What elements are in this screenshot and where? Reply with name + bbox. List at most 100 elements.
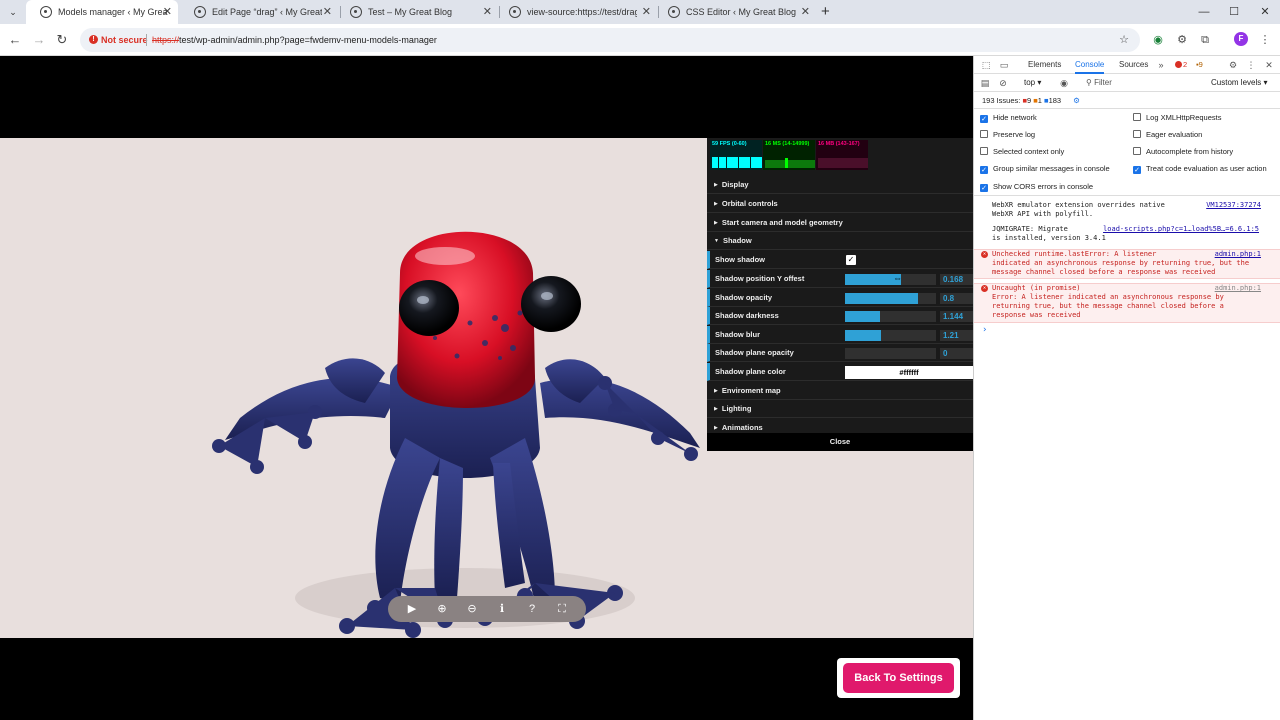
console-error-message[interactable]: ✕ Unchecked runtime.lastError: A listene… (974, 249, 1280, 279)
checkbox[interactable]: ✓ (980, 166, 988, 174)
extensions-puzzle-icon[interactable]: ⧉ (1197, 32, 1213, 48)
filter-input[interactable]: ⚲ Filter (1086, 74, 1112, 92)
tab-close-icon[interactable]: ✕ (642, 0, 651, 24)
opt-eager-eval[interactable]: Eager evaluation (1133, 130, 1202, 140)
devtools-settings-gear-icon[interactable]: ⚙ (1227, 59, 1239, 71)
shadow-blur-slider[interactable] (845, 330, 936, 341)
shadow-plane-color-input[interactable]: #ffffff (845, 366, 973, 379)
url-text[interactable]: https://test/wp-admin/admin.php?page=fwd… (152, 28, 437, 52)
shadow-darkness-slider[interactable] (845, 311, 936, 322)
opt-hide-network[interactable]: ✓ Hide network (980, 113, 1037, 123)
window-close-icon[interactable]: ✕ (1250, 0, 1280, 24)
folder-start-camera[interactable]: ▶ Start camera and model geometry (707, 214, 973, 232)
issues-bar[interactable]: 193 Issues: ■9 ■1 ■183 ⚙ (974, 92, 1280, 109)
shadow-darkness-value[interactable]: 1.144 (940, 311, 973, 322)
tab-close-icon[interactable]: ✕ (163, 0, 172, 24)
console-message[interactable]: WebXR emulator extension overrides nativ… (974, 201, 1280, 219)
help-icon[interactable]: ? (522, 599, 542, 619)
back-to-settings-button[interactable]: Back To Settings (837, 658, 960, 698)
error-count-badge[interactable]: 2 (1175, 60, 1187, 70)
maximize-icon[interactable]: ☐ (1219, 0, 1249, 24)
shadow-y-offset-slider[interactable] (845, 274, 936, 285)
frog-3d-model[interactable] (195, 178, 715, 638)
checkbox[interactable] (1133, 130, 1141, 138)
log-levels-dropdown[interactable]: Custom levels ▾ (1211, 74, 1268, 92)
console-settings-gear-icon[interactable]: ⚙ (1073, 96, 1080, 105)
tab-close-icon[interactable]: ✕ (483, 0, 492, 24)
forward-arrow-icon[interactable]: → (29, 30, 49, 50)
back-arrow-icon[interactable]: ← (5, 30, 25, 50)
opt-autocomplete-history[interactable]: Autocomplete from history (1133, 147, 1233, 157)
devtools-close-icon[interactable]: ✕ (1263, 59, 1275, 71)
console-message[interactable]: JQMIGRATE: Migrate is installed, version… (974, 225, 1280, 243)
shadow-opacity-value[interactable]: 0.8 (940, 293, 973, 304)
message-source-link[interactable]: load-scripts.php?c=1…load%5B…=6.6.1:5 (1103, 225, 1259, 234)
device-toolbar-icon[interactable]: ▭ (998, 59, 1010, 71)
shadow-opacity-slider[interactable] (845, 293, 936, 304)
tab-close-icon[interactable]: ✕ (323, 0, 332, 24)
tab-close-icon[interactable]: ✕ (801, 0, 810, 24)
message-source-link[interactable]: admin.php:1 (1215, 250, 1261, 259)
zoom-in-icon[interactable]: ⊕ (432, 599, 452, 619)
reload-icon[interactable]: ↻ (52, 30, 72, 50)
checkbox[interactable] (980, 147, 988, 155)
checkbox[interactable] (1133, 113, 1141, 121)
context-selector[interactable]: top ▾ (1024, 74, 1041, 92)
checkbox[interactable]: ✓ (980, 184, 988, 192)
profile-avatar[interactable]: F (1234, 32, 1248, 46)
sidebar-toggle-icon[interactable]: ▤ (979, 77, 991, 89)
tab-css-editor[interactable]: CSS Editor ‹ My Great Blog — V ✕ (654, 0, 816, 24)
console-prompt-chevron-icon[interactable]: › (982, 325, 987, 335)
model-viewer-stage[interactable]: ▶ ⊕ ⊖ ℹ ? ⛶ 59 FPS (0-60) 16 MS (14-1499… (0, 138, 973, 638)
checkbox[interactable] (1133, 147, 1141, 155)
opt-show-cors[interactable]: ✓ Show CORS errors in console (980, 182, 1093, 192)
zoom-out-icon[interactable]: ⊖ (462, 599, 482, 619)
shadow-plane-opacity-slider[interactable] (845, 348, 936, 359)
folder-lighting[interactable]: ▶ Lighting (707, 400, 973, 418)
tab-models-manager[interactable]: Models manager ‹ My Great Bl ✕ (26, 0, 178, 24)
play-icon[interactable]: ▶ (402, 599, 422, 619)
folder-environment-map[interactable]: ▶ Enviroment map (707, 382, 973, 400)
not-secure-label[interactable]: Not secure (101, 28, 148, 52)
checkbox[interactable] (980, 130, 988, 138)
message-source-link[interactable]: VM12537:37274 (1206, 201, 1261, 210)
console-error-message[interactable]: ✕ Uncaught (in promise) Error: A listene… (974, 283, 1280, 323)
close-panel-button[interactable]: Close (707, 433, 973, 451)
opt-group-similar[interactable]: ✓ Group similar messages in console (980, 164, 1110, 174)
tab-view-source[interactable]: view-source:https://test/drag/? ✕ (495, 0, 657, 24)
browser-menu-icon[interactable]: ⋮ (1257, 32, 1273, 48)
new-tab-plus-icon[interactable]: + (821, 0, 830, 24)
folder-orbital-controls[interactable]: ▶ Orbital controls (707, 195, 973, 213)
shadow-y-offset-value[interactable]: 0.168 (940, 274, 973, 285)
extension-gear-icon[interactable]: ⚙ (1174, 32, 1190, 48)
checkbox[interactable]: ✓ (1133, 166, 1141, 174)
bookmark-star-icon[interactable]: ☆ (1116, 32, 1132, 48)
opt-selected-context[interactable]: Selected context only (980, 147, 1064, 157)
devtools-tab-sources[interactable]: Sources (1119, 56, 1148, 74)
tab-search-chevron-icon[interactable]: ⌄ (5, 4, 21, 20)
fullscreen-icon[interactable]: ⛶ (552, 599, 572, 619)
tab-test-blog[interactable]: Test – My Great Blog ✕ (336, 0, 498, 24)
show-shadow-checkbox[interactable]: ✓ (846, 255, 856, 265)
opt-preserve-log[interactable]: Preserve log (980, 130, 1035, 140)
devtools-more-icon[interactable]: ⋮ (1245, 59, 1257, 71)
inspect-element-icon[interactable]: ⬚ (980, 59, 992, 71)
extension-green-icon[interactable]: ◉ (1150, 32, 1166, 48)
message-source-link[interactable]: admin.php:1 (1215, 284, 1261, 293)
tab-edit-page[interactable]: Edit Page “drag” ‹ My Great Blo ✕ (180, 0, 338, 24)
more-tabs-chevron-icon[interactable]: » (1155, 59, 1167, 71)
minimize-icon[interactable]: — (1189, 0, 1219, 24)
opt-treat-code-eval[interactable]: ✓ Treat code evaluation as user action (1133, 164, 1267, 174)
live-expression-eye-icon[interactable]: ◉ (1058, 77, 1070, 89)
checkbox[interactable]: ✓ (980, 115, 988, 123)
clear-console-icon[interactable]: ⊘ (997, 77, 1009, 89)
folder-shadow[interactable]: ▼ Shadow (707, 232, 973, 250)
address-bar[interactable]: ! Not secure https://test/wp-admin/admin… (80, 28, 1140, 52)
shadow-plane-opacity-value[interactable]: 0 (940, 348, 973, 359)
devtools-tab-console[interactable]: Console (1075, 56, 1105, 74)
opt-log-xhr[interactable]: Log XMLHttpRequests (1133, 113, 1221, 123)
shadow-blur-value[interactable]: 1.21 (940, 330, 973, 341)
folder-display[interactable]: ▶ Display (707, 176, 973, 194)
info-icon[interactable]: ℹ (492, 599, 512, 619)
warning-count-badge[interactable]: ▪9 (1196, 60, 1203, 70)
